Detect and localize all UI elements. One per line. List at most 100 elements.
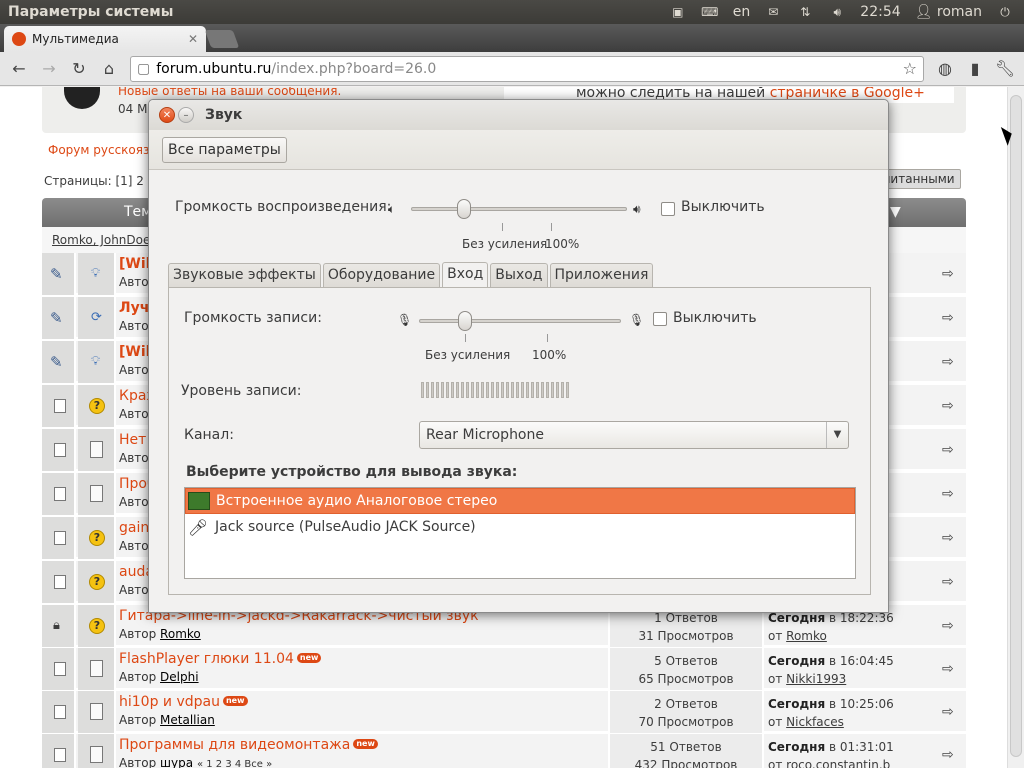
user-menu[interactable]: 👤︎ roman [915,4,982,20]
input-mute-checkbox[interactable] [653,312,667,326]
go-to-last-post-icon[interactable]: ⇨ [942,661,954,677]
go-to-last-post-icon[interactable]: ⇨ [942,574,954,590]
user-icon: 👤︎ [914,4,933,20]
clock[interactable]: 22:54 [860,4,900,20]
level-bar [506,382,509,398]
tab-1[interactable]: Оборудование [322,263,441,287]
go-to-last-post-icon[interactable]: ⇨ [942,354,954,370]
power-icon[interactable]: ⏻ [996,5,1014,19]
minimize-window-button[interactable]: – [178,107,194,123]
browser-tab-multimedia[interactable]: Мультимедиа ✕ [4,26,206,52]
tab-0[interactable]: Звуковые эффекты [168,263,321,287]
tab-4[interactable]: Приложения [549,263,654,287]
author-link[interactable]: Delphi [160,670,199,684]
keyboard-layout[interactable]: en [733,4,751,20]
tab-2[interactable]: Вход [442,262,489,288]
all-settings-button[interactable]: Все параметры [162,136,287,163]
input-level-meter [421,382,569,398]
input-volume-slider-handle[interactable] [458,311,473,331]
page-icon [90,746,103,763]
last-post-user[interactable]: Nickfaces [786,715,844,729]
close-window-button[interactable]: ✕ [159,107,175,123]
tab-3[interactable]: Выход [490,263,548,287]
close-tab-icon[interactable]: ✕ [188,32,198,46]
breadcrumb[interactable]: Форум русскоязы [48,143,159,157]
page-icon [90,660,103,677]
messaging-icon[interactable]: ▣ [669,5,687,19]
moderators-list[interactable]: Romko, JohnDoe, [52,233,154,247]
level-bar [481,382,484,398]
last-post-user[interactable]: Nikki1993 [786,672,846,686]
go-to-last-post-icon[interactable]: ⇨ [942,704,954,720]
globe-extension-icon[interactable]: ◍ [932,56,958,82]
last-post: Сегодня в 16:04:45 от Nikki1993 [768,652,894,688]
new-replies-link[interactable]: Новые ответы на ваши сообщения. [118,87,341,98]
last-post-time: в 10:25:06 [825,697,894,711]
window-toolbar: Все параметры [149,130,888,170]
views-count: 31 Просмотров [638,629,734,643]
author-link[interactable]: Metallian [160,713,215,727]
forward-icon[interactable]: → [36,56,62,82]
sound-settings-window: ✕ – Звук Все параметры Громкость воспрои… [148,99,889,613]
go-to-last-post-icon[interactable]: ⇨ [942,530,954,546]
device-item[interactable]: 🎤︎ Jack source (PulseAudio JACK Source) [185,514,855,540]
device-icon-wrap [188,491,210,511]
topic-title-link[interactable]: Программы для видеомонтажа [119,737,350,753]
device-icon-wrap: 🎤︎ [187,517,209,537]
volume-icon[interactable]: 🔊︎ [828,5,846,19]
topic-title-link[interactable]: FlashPlayer глюки 11.04 [119,651,294,667]
go-to-last-post-icon[interactable]: ⇨ [942,747,954,763]
input-volume-slider[interactable] [419,311,621,331]
sort-arrow-icon[interactable]: ▼ [890,204,901,220]
go-to-last-post-icon[interactable]: ⇨ [942,266,954,282]
topic-state-cell [42,429,76,471]
chevron-down-icon[interactable]: ▼ [826,422,848,448]
level-bar [551,382,554,398]
author-link[interactable]: шура [160,756,193,768]
topic-title-link[interactable]: hi10p и vdpau [119,694,220,710]
device-item[interactable]: Встроенное аудио Аналоговое стерео [185,488,855,514]
go-to-last-post-icon[interactable]: ⇨ [942,398,954,414]
last-post-user[interactable]: roco.constantin.b [786,758,890,768]
bookmark-star-icon[interactable]: ☆ [903,59,917,78]
go-to-last-post-icon[interactable]: ⇨ [942,442,954,458]
page-scrollbar[interactable] [1007,87,1024,768]
output-volume-slider[interactable] [411,199,627,219]
channel-select[interactable]: Rear Microphone ▼ [419,421,849,449]
level-bar [451,382,454,398]
topic-type-cell: ? [78,561,116,603]
level-bar [566,382,569,398]
channel-value: Rear Microphone [426,427,544,443]
output-no-amp-label: Без усиления [462,237,548,251]
author-link[interactable]: Romko [160,627,201,641]
extension-icon[interactable]: ▮ [962,56,988,82]
question-icon: ? [89,574,105,590]
last-post-user[interactable]: Romko [786,629,827,643]
network-icon[interactable]: ⇅ [796,5,814,19]
reload-icon[interactable]: ↻ [66,56,92,82]
mail-icon[interactable]: ✉ [764,5,782,19]
level-bar [446,382,449,398]
back-icon[interactable]: ← [6,56,32,82]
table-row: FlashPlayer глюки 11.04 new Автор Delphi 5 … [42,648,966,690]
address-bar[interactable]: ▢ forum.ubuntu.ru/index.php?board=26.0 ☆ [130,55,924,82]
topic-state-cell: ✎ [42,341,76,383]
topic-title[interactable]: gain [119,520,149,536]
new-badge: new [222,696,248,706]
scrollbar-thumb[interactable] [1010,95,1022,757]
new-badge: new [353,739,378,749]
question-icon: ? [89,530,105,546]
output-mute-checkbox[interactable] [661,202,675,216]
ubuntu-favicon-icon [12,32,26,46]
output-volume-slider-handle[interactable] [456,199,471,219]
topic-pager[interactable]: « 1 2 3 4 Все » [197,759,272,768]
go-to-last-post-icon[interactable]: ⇨ [942,618,954,634]
go-to-last-post-icon[interactable]: ⇨ [942,486,954,502]
go-to-last-post-icon[interactable]: ⇨ [942,310,954,326]
home-icon[interactable]: ⌂ [96,56,122,82]
window-titlebar[interactable]: ✕ – Звук [149,100,888,130]
keyboard-icon[interactable]: ⌨ [701,5,719,19]
wrench-menu-icon[interactable]: 🔧︎ [992,56,1018,82]
device-list[interactable]: Встроенное аудио Аналоговое стерео 🎤︎ Jack… [184,487,856,579]
new-tab-button[interactable] [204,30,240,48]
